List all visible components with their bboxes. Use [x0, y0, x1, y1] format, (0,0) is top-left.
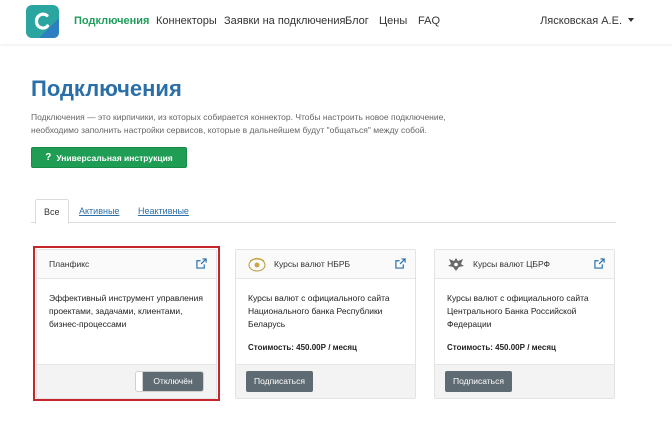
card-price: Стоимость: 450.00Р / месяц: [447, 343, 556, 352]
card-header: Курсы валют ЦБРФ: [435, 250, 614, 279]
nav-blog[interactable]: Блог: [345, 15, 369, 27]
card-price: Стоимость: 450.00Р / месяц: [248, 343, 357, 352]
nav-connections[interactable]: Подключения: [74, 15, 149, 27]
user-name: Лясковская А.Е.: [540, 15, 622, 27]
card-footer: Подписаться: [435, 364, 614, 398]
connection-card-cbrf: Курсы валют ЦБРФ Курсы валют с официальн…: [434, 249, 615, 399]
cbrf-eagle-icon: [448, 258, 464, 271]
filter-tabs: Все Активные Неактивные: [31, 199, 616, 224]
app-logo-icon[interactable]: [26, 5, 59, 38]
caret-down-icon: [628, 18, 634, 22]
tab-inactive[interactable]: Неактивные: [130, 199, 197, 223]
nbrb-emblem-icon: [248, 257, 266, 272]
page-description: Подключения — это кирпичики, из которых …: [31, 112, 446, 135]
universal-guide-label: Универсальная инструкция: [56, 152, 173, 163]
card-header: Курсы валют НБРБ: [236, 250, 415, 279]
question-icon: ?: [45, 152, 52, 163]
nav-prices[interactable]: Цены: [379, 15, 407, 27]
tab-active[interactable]: Активные: [71, 199, 127, 223]
selection-highlight: [33, 246, 220, 401]
card-footer: Подписаться: [236, 364, 415, 398]
connection-card-nbrb: Курсы валют НБРБ Курсы валют с официальн…: [235, 249, 416, 399]
subscribe-button[interactable]: Подписаться: [445, 371, 512, 392]
nav-connectors[interactable]: Коннекторы: [156, 15, 217, 27]
subscribe-button[interactable]: Подписаться: [246, 371, 313, 392]
card-description: Курсы валют с официального сайта Национа…: [248, 293, 390, 329]
card-description: Курсы валют с официального сайта Централ…: [447, 293, 589, 329]
card-title: Курсы валют ЦБРФ: [473, 259, 551, 269]
nav-connection-requests[interactable]: Заявки на подключения: [224, 15, 345, 27]
user-menu[interactable]: Лясковская А.Е.: [540, 15, 634, 27]
nav-faq[interactable]: FAQ: [418, 15, 440, 27]
external-link-icon[interactable]: [594, 258, 605, 269]
external-link-icon[interactable]: [395, 258, 406, 269]
navbar: Подключения Коннекторы Заявки на подключ…: [0, 0, 672, 44]
universal-guide-button[interactable]: ? Универсальная инструкция: [31, 147, 187, 168]
card-title: Курсы валют НБРБ: [274, 259, 351, 269]
tab-all[interactable]: Все: [35, 199, 69, 224]
page-title: Подключения: [31, 76, 182, 101]
